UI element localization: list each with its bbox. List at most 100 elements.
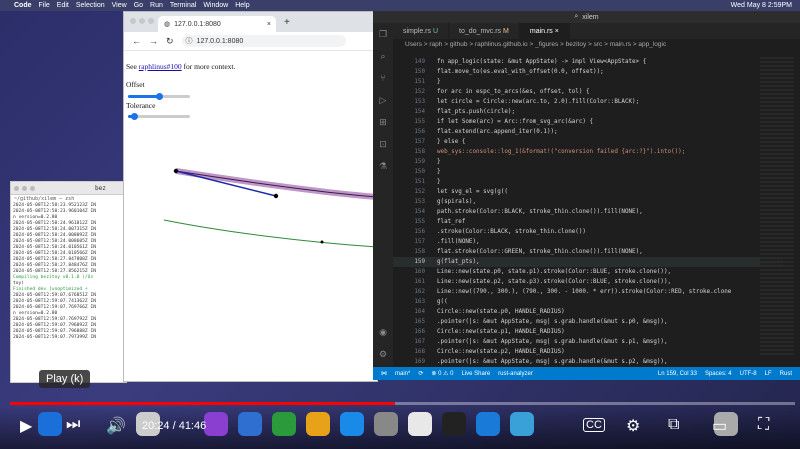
chrome-icon[interactable] bbox=[408, 412, 432, 436]
handle-p1[interactable] bbox=[273, 193, 279, 199]
tab-to-do-mvc-rs[interactable]: to_do_mvc.rs M bbox=[449, 23, 520, 39]
forward-icon[interactable]: → bbox=[149, 36, 158, 46]
code-line[interactable]: 159 } bbox=[393, 157, 783, 167]
close-icon[interactable] bbox=[14, 185, 19, 191]
testing-icon[interactable]: ⚗ bbox=[373, 155, 393, 177]
address-bar[interactable]: ⓘ 127.0.0.1:8080 bbox=[181, 35, 346, 47]
account-icon[interactable]: ◉ bbox=[373, 321, 393, 343]
minimize-icon[interactable] bbox=[139, 18, 145, 24]
code-line[interactable]: 162 Line::new((790., 300.), (790., 300. … bbox=[393, 287, 783, 297]
tab-main-rs[interactable]: main.rs × bbox=[519, 23, 570, 39]
browser-tab[interactable]: ◍ 127.0.0.1:8080 × bbox=[158, 16, 276, 32]
vscode-window[interactable]: ⌕ xilem ❐ ⌕ ⑂ ▷ ⊞ ⊡ ⚗ ◉ ⚙ simple.rs U to… bbox=[373, 11, 800, 380]
code-line[interactable]: 150 flat.move_to(es.eval_with_offset(0.0… bbox=[393, 67, 783, 77]
reload-icon[interactable]: ↻ bbox=[166, 36, 174, 47]
menubar-app[interactable]: Code bbox=[14, 2, 32, 9]
miniplayer-icon[interactable]: ⧉ bbox=[668, 416, 679, 434]
terminal-icon[interactable] bbox=[442, 412, 466, 436]
theater-icon[interactable]: ▭ bbox=[712, 416, 727, 436]
app-store-icon[interactable] bbox=[340, 412, 364, 436]
code-line[interactable]: 154 flat_pts.push(circle); bbox=[393, 107, 783, 117]
menu-file[interactable]: File bbox=[39, 2, 50, 9]
finder-icon[interactable] bbox=[38, 412, 62, 436]
code-line[interactable]: 152 let svg_el = svg(g(( bbox=[393, 187, 783, 197]
zoom-icon[interactable] bbox=[30, 185, 35, 191]
volume-icon[interactable]: 🔊 bbox=[106, 416, 126, 436]
code-line[interactable]: 155 if let Some(arc) = Arc::from_svg_arc… bbox=[393, 117, 783, 127]
search-icon[interactable]: ⌕ bbox=[574, 13, 578, 21]
menu-go[interactable]: Go bbox=[134, 2, 143, 9]
tab-close-icon[interactable]: × bbox=[267, 21, 271, 28]
code-line[interactable]: 157 } else { bbox=[393, 137, 783, 147]
remote-status-icon[interactable]: ⋈ bbox=[381, 370, 387, 377]
vscode-icon[interactable] bbox=[476, 412, 500, 436]
gear-icon[interactable]: ⚙ bbox=[373, 343, 393, 365]
code-line[interactable]: 149 fn app_logic(state: &mut AppState) -… bbox=[393, 57, 783, 67]
new-tab-icon[interactable]: + bbox=[284, 17, 290, 28]
app-icon[interactable] bbox=[510, 412, 534, 436]
code-line[interactable]: 151 } bbox=[393, 77, 783, 87]
remote-icon[interactable]: ⊡ bbox=[373, 133, 393, 155]
code-line[interactable]: 168 Circle::new(state.p2, HANDLE_RADIUS) bbox=[393, 347, 783, 357]
menu-help[interactable]: Help bbox=[235, 2, 249, 9]
numbers-icon[interactable] bbox=[272, 412, 296, 436]
close-icon[interactable] bbox=[130, 18, 136, 24]
menubar-clock[interactable]: Wed May 8 2:59PM bbox=[731, 2, 792, 9]
keynote-icon[interactable] bbox=[238, 412, 262, 436]
code-line[interactable]: 167 .pointer(|s: &mut AppState, msg| s.g… bbox=[393, 337, 783, 347]
indent-status[interactable]: Spaces: 4 bbox=[705, 371, 732, 377]
eol-status[interactable]: LF bbox=[765, 371, 772, 377]
analyzer-status[interactable]: rust-analyzer bbox=[498, 371, 533, 377]
code-line[interactable]: 161 Line::new(state.p2, state.p3).stroke… bbox=[393, 277, 783, 287]
breadcrumb[interactable]: Users > raph > github > raphlinus.github… bbox=[405, 41, 666, 48]
menu-edit[interactable]: Edit bbox=[57, 2, 69, 9]
next-icon[interactable]: ⏭ bbox=[66, 416, 80, 434]
code-line[interactable]: 156 .stroke(Color::BLACK, stroke_thin.cl… bbox=[393, 227, 783, 237]
vscode-title[interactable]: xilem bbox=[582, 14, 598, 21]
minimize-icon[interactable] bbox=[22, 185, 27, 191]
tab-simple-rs[interactable]: simple.rs U bbox=[393, 23, 450, 39]
problems-status[interactable]: ⊗ 0 ⚠ 0 bbox=[431, 370, 453, 377]
pages-icon[interactable] bbox=[306, 412, 330, 436]
encoding-status[interactable]: UTF-8 bbox=[740, 371, 757, 377]
code-line[interactable]: 150 } bbox=[393, 167, 783, 177]
code-editor[interactable]: 149 fn app_logic(state: &mut AppState) -… bbox=[393, 57, 783, 367]
fullscreen-icon[interactable]: ⛶ bbox=[758, 416, 769, 434]
back-icon[interactable]: ← bbox=[132, 36, 141, 46]
play-icon[interactable]: ▶ bbox=[20, 416, 32, 436]
extensions-icon[interactable]: ⊞ bbox=[373, 111, 393, 133]
gear-icon[interactable]: ⚙ bbox=[626, 416, 640, 436]
code-line[interactable]: 158 flat.stroke(Color::GREEN, stroke_thi… bbox=[393, 247, 783, 257]
minimap[interactable] bbox=[760, 57, 794, 357]
video-progress-bar[interactable] bbox=[10, 402, 795, 405]
browser-window[interactable]: ◍ 127.0.0.1:8080 × + ← → ↻ ⓘ 127.0.0.1:8… bbox=[123, 11, 378, 382]
source-control-icon[interactable]: ⑂ bbox=[373, 67, 393, 89]
code-line[interactable]: 158 web_sys::console::log_1(&format!("co… bbox=[393, 147, 783, 157]
live-share-status[interactable]: Live Share bbox=[461, 371, 490, 377]
code-line[interactable]: 153 g(spirals), bbox=[393, 197, 783, 207]
menu-selection[interactable]: Selection bbox=[76, 2, 105, 9]
cursor-position[interactable]: Ln 159, Col 33 bbox=[658, 371, 697, 377]
menu-window[interactable]: Window bbox=[203, 2, 228, 9]
podcasts-icon[interactable] bbox=[204, 412, 228, 436]
system-settings-icon[interactable] bbox=[374, 412, 398, 436]
code-line[interactable]: 166 Circle::new(state.p1, HANDLE_RADIUS) bbox=[393, 327, 783, 337]
menu-run[interactable]: Run bbox=[150, 2, 163, 9]
code-line[interactable]: 164 Circle::new(state.p0, HANDLE_RADIUS) bbox=[393, 307, 783, 317]
site-info-icon[interactable]: ⓘ bbox=[186, 36, 193, 46]
code-line[interactable]: 153 let circle = Circle::new(arc.to, 2.0… bbox=[393, 97, 783, 107]
bezier-canvas[interactable] bbox=[124, 52, 377, 381]
code-line[interactable]: 156 flat.extend(arc.append_iter(0.1)); bbox=[393, 127, 783, 137]
zoom-icon[interactable] bbox=[148, 18, 154, 24]
run-debug-icon[interactable]: ▷ bbox=[373, 89, 393, 111]
sync-icon[interactable]: ⟳ bbox=[418, 370, 423, 377]
explorer-icon[interactable]: ❐ bbox=[373, 23, 393, 45]
code-line[interactable]: 152 for arc in espc_to_arcs(&es, offset,… bbox=[393, 87, 783, 97]
captions-icon[interactable]: CC bbox=[583, 418, 605, 432]
menu-view[interactable]: View bbox=[112, 2, 127, 9]
code-line[interactable]: 169 .pointer(|s: &mut AppState, msg| s.g… bbox=[393, 357, 783, 367]
branch-status[interactable]: main* bbox=[395, 371, 410, 377]
language-status[interactable]: Rust bbox=[780, 371, 792, 377]
tab-close-icon[interactable]: × bbox=[555, 28, 559, 35]
code-line[interactable]: 155 flat_ref bbox=[393, 217, 783, 227]
